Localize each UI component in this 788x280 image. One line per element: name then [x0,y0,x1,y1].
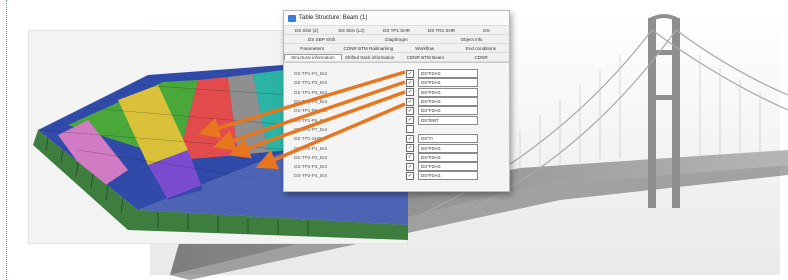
grid-row: DS-TP2-P3_Bot ✓ DS*FDAS [290,162,500,172]
grid-row: DS-TP1-P3_Bot ✓ DS*FDAS [290,87,500,97]
tab[interactable]: End conditions [453,46,509,51]
attribute-value-field[interactable]: DS*FDAS [418,152,478,162]
tab[interactable]: Diaphragm [359,37,434,42]
tab-structural-information[interactable]: Structural information [284,54,342,60]
tab-row: Parameters CDNR BTM Railmarking Workflow… [284,44,509,53]
tab[interactable]: DS Skin (L2) [329,28,374,33]
grid-row: DS-TP1-P4_Bot ✓ DS*FDAS [290,97,500,107]
attribute-value-field[interactable] [418,126,476,133]
tab[interactable]: DS TP1 SHR [374,28,419,33]
attribute-name: DS-TP1-P7_Bot [294,126,327,132]
dialog-title-bar[interactable]: Table Structure: Beam (1) [284,11,509,26]
attribute-checkbox[interactable]: ✓ [406,88,414,97]
tab-row: Structural information Shifted track inf… [284,53,509,62]
attribute-value-field[interactable]: DS*FDAS [418,78,478,88]
tab[interactable]: DS SBP Shift [284,37,359,42]
attribute-name: DS-TP2-P4_Bot [294,173,327,179]
attribute-checkbox[interactable]: ✓ [406,171,414,180]
attribute-name: DS-TP1-P1_Bot [294,71,327,77]
tab-strip: DS Skin (2) DS Skin (L2) DS TP1 SHR DS T… [284,26,509,63]
attribute-name: DS-TP2-P3_Bot [294,164,327,170]
attribute-checkbox[interactable] [406,125,414,134]
tab[interactable]: DS [464,28,509,33]
attribute-value-field[interactable]: DS*FDAS [418,106,478,116]
grid-row: DS-TP2-P4_Bot ✓ DS*FDAS [290,171,500,181]
tab[interactable]: CDNR [453,55,509,60]
grid-row: DS-TP1-P7_Bot [290,125,500,134]
attribute-name: DS-TP1-P4_Bot [294,99,327,105]
attribute-checkbox[interactable]: ✓ [406,162,414,171]
attribute-value-field[interactable]: DS*FDAS [418,97,478,107]
tab[interactable]: CDNR BTM Railmarking [340,46,396,51]
tab[interactable]: Object info [434,37,509,42]
tab-row: DS Skin (2) DS Skin (L2) DS TP1 SHR DS T… [284,26,509,35]
grid-row: DS-TP1-P1_Bot ✓ DS*FDAS [290,69,500,79]
tab[interactable]: DS Skin (2) [284,28,329,33]
attribute-value-field[interactable]: DS*TI [418,134,478,144]
attribute-grid: DS-TP1-P1_Bot ✓ DS*FDAS DS-TP1-P2_Bot ✓ … [290,69,500,181]
attribute-name: DS-TP1-P2_Bot [294,80,327,86]
attribute-name: DS-TP2-P2_Bot [294,154,327,160]
attribute-checkbox[interactable]: ✓ [406,144,414,153]
attribute-name: DS-TP1-SHR [294,136,322,142]
grid-row: DS-TP2-P2_Bot ✓ DS*FDAS [290,152,500,162]
tab[interactable]: Workflow [397,46,453,51]
grid-row: DS-TP1-P5_Bot ✓ DS*FDAS [290,106,500,116]
tab[interactable]: Parameters [284,46,340,51]
attribute-checkbox[interactable]: ✓ [406,69,414,78]
attribute-checkbox[interactable]: ✓ [406,134,414,143]
grid-row: DS-TP2-P1_Bot ✓ DS*FDAS [290,143,500,153]
app-icon [288,14,296,22]
grid-row: DS-TP1-P6_Bot ✓ DS*DWT [290,115,500,125]
dialog-title: Table Structure: Beam (1) [299,15,368,21]
attribute-value-field[interactable]: DS*FDAS [418,171,478,181]
attribute-name: DS-TP2-P1_Bot [294,145,327,151]
attribute-name: DS-TP1-P3_Bot [294,89,327,95]
tab-row: DS SBP Shift Diaphragm Object info [284,35,509,44]
attribute-value-field[interactable]: DS*FDAS [418,69,478,79]
attribute-checkbox[interactable]: ✓ [406,153,414,162]
grid-row: DS-TP1-P2_Bot ✓ DS*FDAS [290,78,500,88]
attribute-value-field[interactable]: DS*FDAS [418,162,478,172]
attribute-value-field[interactable]: DS*FDAS [418,87,478,97]
attribute-name: DS-TP1-P5_Bot [294,108,327,114]
attribute-name: DS-TP1-P6_Bot [294,117,327,123]
tab[interactable]: CDNR BTM Beam [398,55,454,60]
tab[interactable]: DS TR2 SHR [419,28,464,33]
attribute-checkbox[interactable]: ✓ [406,116,414,125]
attribute-value-field[interactable]: DS*FDAS [418,143,478,153]
tab[interactable]: Shifted track information [342,55,398,60]
attribute-checkbox[interactable]: ✓ [406,106,414,115]
attribute-checkbox[interactable]: ✓ [406,97,414,106]
attribute-value-field[interactable]: DS*DWT [418,115,478,125]
grid-row: DS-TP1-SHR ✓ DS*TI [290,134,500,144]
attribute-checkbox[interactable]: ✓ [406,78,414,87]
table-structure-dialog[interactable]: Table Structure: Beam (1) DS Skin (2) DS… [283,10,510,192]
